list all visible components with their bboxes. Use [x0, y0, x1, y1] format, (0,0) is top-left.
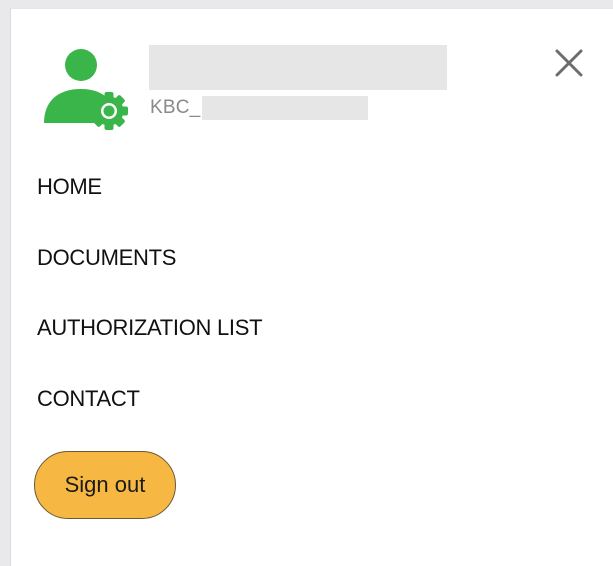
sign-out-button[interactable]: Sign out — [34, 451, 176, 519]
nav-item-authorization-list[interactable]: AUTHORIZATION LIST — [37, 313, 263, 384]
nav-item-home[interactable]: HOME — [37, 172, 262, 243]
navigation-drawer: KBC_ HOME DOCUMENTS AUTHORIZATION LIST C… — [10, 8, 613, 566]
nav-item-contact[interactable]: CONTACT — [37, 384, 262, 455]
user-id-prefix: KBC_ — [150, 97, 201, 118]
user-id: KBC_ — [150, 94, 369, 122]
nav-item-documents[interactable]: DOCUMENTS — [37, 243, 262, 314]
user-name-redacted — [149, 45, 447, 90]
user-id-redacted — [202, 96, 369, 120]
close-icon[interactable] — [551, 45, 587, 81]
user-settings-icon — [44, 49, 128, 130]
nav-menu: HOME DOCUMENTS AUTHORIZATION LIST CONTAC… — [37, 172, 263, 455]
